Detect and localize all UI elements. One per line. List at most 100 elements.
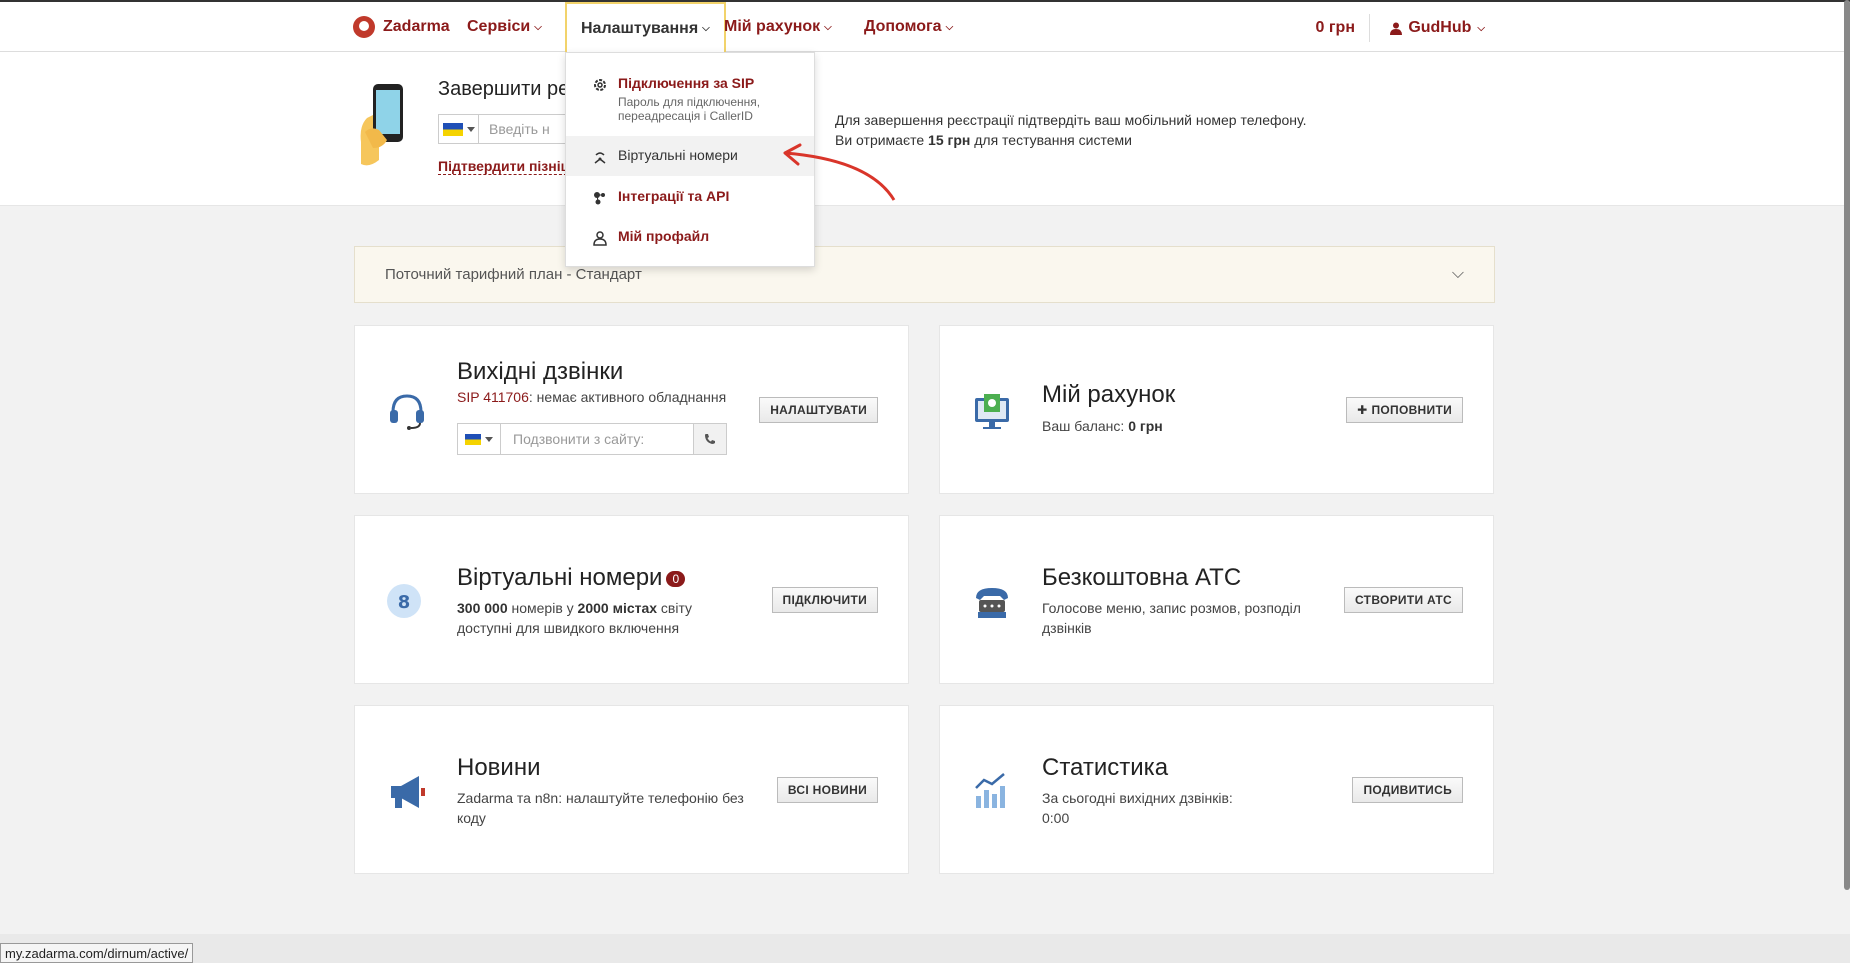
menu-item-text: Підключення за SIP Пароль для підключенн…	[618, 75, 788, 123]
card-title: Віртуальні номери 0	[457, 564, 686, 592]
stats-line1: За сьогодні вихідних дзвінків:	[1042, 790, 1233, 806]
brand-name: Zadarma	[383, 18, 450, 35]
nav-settings[interactable]: Налаштування ⌵	[565, 2, 726, 53]
page-footer-strip	[0, 934, 1850, 963]
headset-icon	[390, 394, 424, 430]
person-icon	[593, 231, 607, 246]
virtual-numbers-desc: 300 000 номерів у 2000 містах світу дост…	[457, 598, 692, 638]
account-balance: Ваш баланс: 0 грн	[1042, 416, 1163, 436]
ukraine-flag-icon	[442, 122, 463, 136]
virtual-desc-line1: 300 000 номерів у 2000 містах світу	[457, 598, 692, 618]
sip-number-link[interactable]: SIP 411706	[457, 389, 529, 405]
tariff-plan-bar[interactable]: Поточний тарифний план - Стандарт ⌵	[354, 246, 1495, 303]
country-selector[interactable]	[439, 115, 479, 143]
info-post: для тестування системи	[970, 132, 1132, 148]
plus-icon: ✚	[1357, 403, 1368, 417]
header-balance[interactable]: 0 грн	[1316, 19, 1355, 37]
all-news-button[interactable]: ВСІ НОВИНИ	[776, 777, 878, 803]
call-button[interactable]	[693, 424, 726, 454]
web-call-input[interactable]: Подзвонити з сайту:	[457, 423, 727, 455]
balance-value: 0 грн	[1128, 418, 1163, 434]
menu-item-label: Мій профайл	[618, 228, 710, 244]
stats-desc: За сьогодні вихідних дзвінків: 0:00	[1042, 788, 1233, 828]
user-name: GudHub	[1408, 19, 1472, 36]
menu-item-my-profile[interactable]: Мій профайл	[566, 228, 814, 246]
card-my-account: Мій рахунок Ваш баланс: 0 грн ✚ ПОПОВНИТИ	[939, 325, 1494, 494]
menu-item-label: Інтеграції та API	[618, 188, 730, 204]
zadarma-logo-icon	[353, 16, 375, 38]
connect-button[interactable]: ПІДКЛЮЧИТИ	[771, 587, 878, 613]
nav-help[interactable]: Допомога ⌵	[850, 2, 967, 52]
chevron-down-icon: ⌵	[534, 21, 542, 33]
nav-services-label: Сервіси	[467, 18, 531, 35]
numbers-text: номерів у	[507, 600, 578, 616]
megaphone-icon	[391, 776, 425, 808]
ukraine-flag-icon	[465, 433, 481, 445]
banner-title: Завершити ре	[438, 78, 570, 100]
nav-help-label: Допомога	[864, 18, 942, 35]
menu-item-label: Віртуальні номери	[618, 147, 738, 163]
numbers-count: 300 000	[457, 600, 508, 616]
banner-info-line2: Ви отримаєте 15 грн для тестування систе…	[835, 130, 1307, 150]
card-title: Мій рахунок	[1042, 381, 1176, 408]
country-selector[interactable]	[458, 424, 501, 454]
menu-item-subtitle: Пароль для підключення, переадресація і …	[618, 95, 761, 123]
card-title-text: Віртуальні номери	[457, 564, 663, 591]
registration-banner: Завершити ре Введіть н Підтвердити пізні…	[0, 52, 1850, 206]
tariff-plan-label: Поточний тарифний план - Стандарт	[385, 266, 642, 283]
user-menu[interactable]: GudHub ⌵	[1390, 19, 1485, 37]
top-up-label: ПОПОВНИТИ	[1371, 403, 1452, 417]
banner-phone-placeholder: Введіть н	[489, 121, 550, 137]
nav-services[interactable]: Сервіси ⌵	[453, 2, 556, 52]
chevron-down-icon: ⌵	[824, 21, 832, 33]
latest-news-link[interactable]: Zadarma та n8n: налаштуйте телефонію без…	[457, 788, 752, 828]
gear-icon	[594, 79, 606, 91]
nav-my-account[interactable]: Мій рахунок ⌵	[710, 2, 846, 52]
balance-label: Ваш баланс:	[1042, 418, 1129, 434]
user-icon	[1390, 22, 1403, 35]
caret-down-icon	[466, 126, 475, 132]
monitor-wallet-icon	[975, 394, 1009, 429]
card-outgoing-calls: Вихідні дзвінки SIP 411706: немає активн…	[354, 325, 909, 494]
banner-info-text: Для завершення реєстрації підтвердіть ва…	[835, 110, 1307, 150]
brand-logo[interactable]: Zadarma	[353, 16, 450, 38]
navbar-inner: Zadarma Сервіси ⌵ Налаштування ⌵ Мій рахун…	[353, 2, 1485, 53]
card-title: Безкоштовна АТС	[1042, 564, 1242, 591]
card-statistics: Статистика За сьогодні вихідних дзвінків…	[939, 705, 1494, 874]
world-text: світу	[657, 600, 693, 616]
hand-phone-illustration-icon	[360, 84, 403, 166]
bar-chart-icon	[975, 773, 1005, 808]
view-stats-button[interactable]: ПОДИВИТИСЬ	[1352, 777, 1463, 803]
card-title: Новини	[457, 754, 541, 781]
banner-info-line1: Для завершення реєстрації підтвердіть ва…	[835, 112, 1307, 128]
nav-my-account-label: Мій рахунок	[724, 18, 821, 35]
sip-status-text: : немає активного обладнання	[528, 389, 727, 405]
chevron-down-icon: ⌵	[1477, 22, 1485, 34]
top-navbar: Zadarma Сервіси ⌵ Налаштування ⌵ Мій рахун…	[0, 0, 1850, 53]
virtual-numbers-count-badge: 0	[666, 570, 686, 587]
virtual-desc-line2: доступні для швидкого включення	[457, 620, 680, 636]
card-title: Статистика	[1042, 754, 1169, 781]
browser-status-url: my.zadarma.com/dirnum/active/	[0, 943, 194, 963]
page-scrollbar[interactable]	[1844, 0, 1850, 890]
configure-button[interactable]: НАЛАШТУВАТИ	[759, 397, 878, 423]
annotation-arrow-icon	[783, 143, 896, 201]
card-virtual-numbers: 8 Віртуальні номери 0 300 000 номерів у 2…	[354, 515, 909, 684]
create-pbx-button[interactable]: СТВОРИТИ АТС	[1344, 587, 1463, 613]
top-up-button[interactable]: ✚ ПОПОВНИТИ	[1346, 397, 1463, 423]
info-bonus: 15 грн	[928, 132, 971, 148]
chevron-down-icon[interactable]: ⌵	[1452, 265, 1464, 283]
phone-icon	[705, 434, 715, 444]
menu-item-sip-connection[interactable]: Підключення за SIP Пароль для підключенн…	[566, 75, 814, 123]
card-news: Новини Zadarma та n8n: налаштуйте телефо…	[354, 705, 909, 874]
card-free-pbx: Безкоштовна АТС Голосове меню, запис роз…	[939, 515, 1494, 684]
card-title: Вихідні дзвінки	[457, 358, 624, 385]
header-divider	[1369, 14, 1370, 42]
web-call-placeholder: Подзвонити з сайту:	[513, 431, 645, 447]
virtual-number-icon: 8	[387, 584, 421, 618]
confirm-later-link[interactable]: Підтвердити пізніш	[438, 158, 573, 175]
antenna-icon	[594, 152, 606, 164]
pbx-desc: Голосове меню, запис розмов, розподіл дз…	[1042, 600, 1301, 636]
chevron-down-icon: ⌵	[702, 23, 710, 34]
chevron-down-icon: ⌵	[945, 21, 954, 33]
